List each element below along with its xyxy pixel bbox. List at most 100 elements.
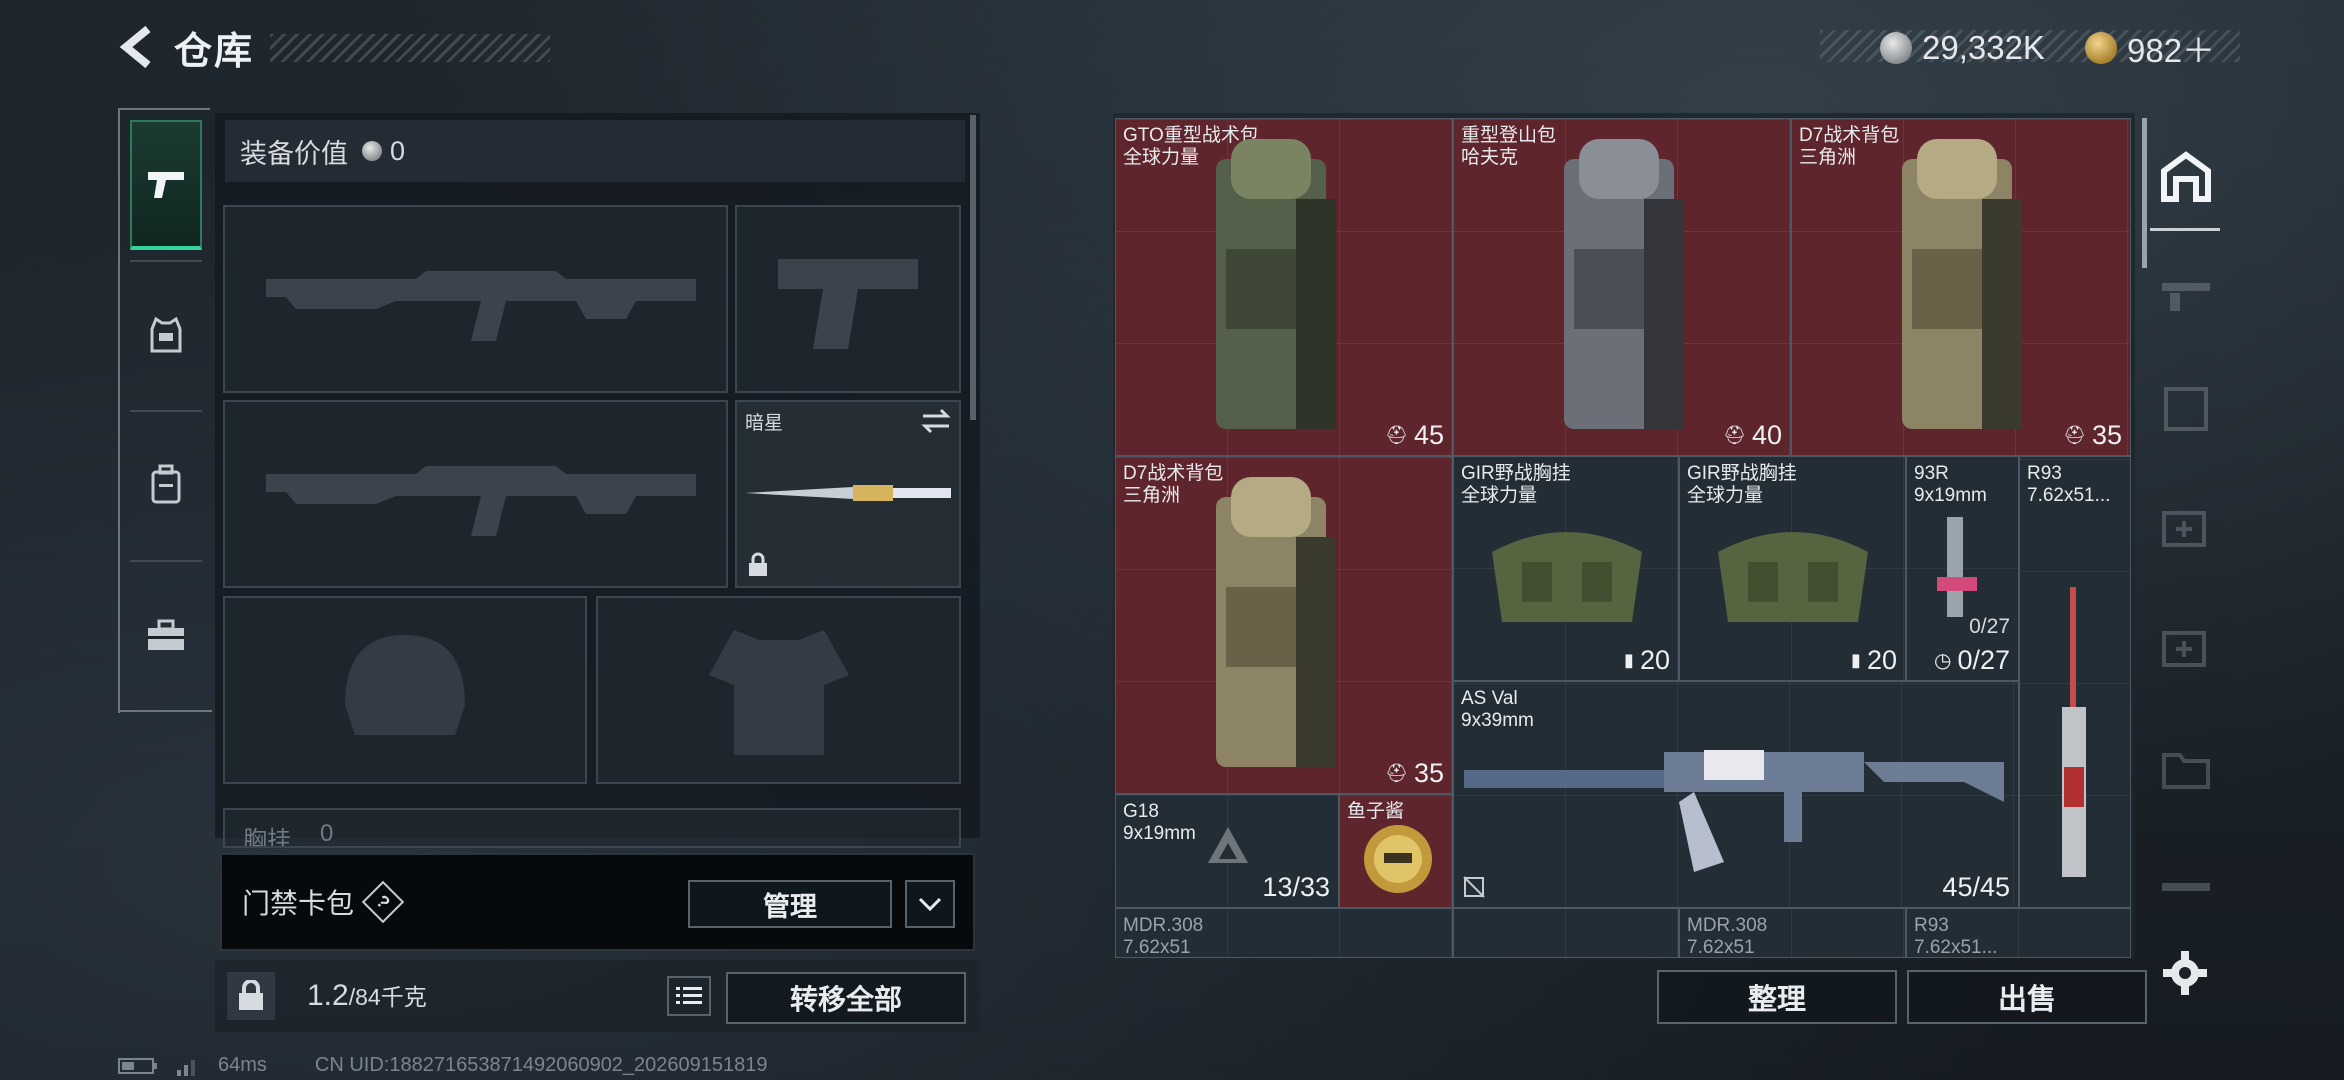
rifle-silhouette-icon	[265, 271, 696, 341]
armor-vest-icon	[150, 316, 182, 353]
vest-silhouette-icon	[708, 630, 849, 755]
stash-item[interactable]: GTO重型战术包 全球力量 ⛑ 45	[1115, 118, 1453, 456]
chevron-down-icon	[918, 897, 942, 911]
item-name: MDR.308 7.62x51	[1687, 915, 1768, 958]
stash-item[interactable]: R93 7.62x51...	[2019, 456, 2131, 908]
item-name: 重型登山包 哈夫克	[1461, 125, 1557, 168]
stash-item[interactable]: D7战术背包 三角洲 ⛑ 35	[1115, 456, 1453, 794]
nav-armor[interactable]	[130, 270, 202, 400]
armor-slot[interactable]	[596, 596, 961, 784]
item-durability: 45/45	[1942, 872, 2010, 902]
rack-icon	[2162, 883, 2210, 891]
melee-slot[interactable]: 暗星	[735, 400, 961, 588]
nav-divider	[130, 410, 202, 412]
list-icon	[676, 987, 702, 1004]
stash-item[interactable]: 重型登山包 哈夫克 ⛑ 40	[1453, 118, 1791, 456]
item-name: MDR.308 7.62x51	[1123, 915, 1204, 958]
expand-button[interactable]	[905, 880, 955, 928]
list-view-button[interactable]	[667, 976, 711, 1016]
helmet-slot[interactable]	[223, 596, 587, 784]
swap-icon[interactable]	[921, 408, 951, 434]
stash-item[interactable]: D7战术背包 三角洲 ⛑ 35	[1791, 118, 2131, 456]
stash-item[interactable]: AS Val 9x39mm 45/45	[1453, 681, 2019, 908]
silver-coin-icon	[362, 141, 382, 161]
signal-icon	[177, 1059, 195, 1076]
toolbox-icon	[148, 619, 184, 650]
sniper-rifle-item-icon	[2062, 587, 2086, 877]
silver-currency[interactable]: 29,332K	[1880, 24, 2045, 72]
stash-item[interactable]: R93 7.62x51...	[1906, 908, 2131, 958]
pistol-silhouette-icon	[778, 259, 918, 349]
secondary-weapon-slot[interactable]	[223, 400, 728, 588]
silver-coin-icon	[1880, 32, 1912, 64]
item-name: R93 7.62x51...	[2027, 463, 2111, 506]
nav-divider	[130, 560, 202, 562]
stash-item[interactable]: 93R 9x19mm 0/27 ◷ 0/27	[1906, 456, 2019, 681]
weight-readout: 1.2 /84千克	[307, 978, 427, 1013]
stash-item[interactable]: GIR野战胸挂 全球力量 ▮ 20	[1453, 456, 1679, 681]
stash-item[interactable]: G18 9x19mm 13/33	[1115, 794, 1339, 908]
weight-max: /84千克	[348, 984, 427, 1010]
chest-rig-slot[interactable]: 胸挂 0	[223, 808, 961, 848]
item-capacity: ⛑ 40	[1723, 420, 1782, 450]
nav-toolkit[interactable]	[130, 570, 202, 700]
melee-name: 暗星	[745, 413, 784, 434]
stash-tab-main[interactable]	[2150, 113, 2220, 231]
backpack-item-icon	[1216, 139, 1336, 429]
nav-backpack[interactable]	[130, 420, 202, 550]
sidearm-slot[interactable]	[735, 205, 961, 393]
equipment-value: 装备价值 0	[225, 120, 965, 182]
nav-weapons[interactable]	[130, 120, 202, 250]
stash-item[interactable]: GIR野战胸挂 全球力量 ▮ 20	[1679, 456, 1906, 681]
stash-tab-nav	[2150, 113, 2220, 933]
item-name: R93 7.62x51...	[1914, 915, 1998, 958]
stash-tab-6[interactable]	[2160, 743, 2212, 803]
item-name: 93R 9x19mm	[1914, 463, 1987, 506]
keycard-bag-label: 门禁卡包	[242, 888, 355, 919]
stash-item[interactable]: 鱼子酱	[1339, 794, 1453, 908]
nav-divider	[120, 710, 212, 712]
sell-button[interactable]: 出售	[1907, 970, 2147, 1024]
stash-tab-2[interactable]	[2160, 263, 2212, 323]
item-name: G18 9x19mm	[1123, 801, 1196, 844]
settings-button[interactable]	[2162, 950, 2212, 1000]
stash-item[interactable]: MDR.308 7.62x51	[1679, 908, 1906, 958]
pistol-icon	[148, 172, 184, 198]
chest-rig-value: 0	[320, 820, 334, 847]
pistol-item-icon	[1937, 517, 1977, 617]
transfer-all-button[interactable]: 转移全部	[726, 972, 966, 1024]
backpack-item-icon	[1564, 139, 1684, 429]
stash-tab-4[interactable]	[2160, 503, 2212, 563]
triangle-logo-icon	[1208, 827, 1248, 863]
knife-icon	[745, 485, 951, 501]
padlock-icon	[239, 980, 263, 1010]
medkit-icon	[2162, 511, 2206, 547]
manage-button[interactable]: 管理	[688, 880, 892, 928]
item-name: GIR野战胸挂 全球力量	[1687, 463, 1797, 506]
stash-tab-3[interactable]	[2160, 383, 2212, 443]
gold-currency[interactable]: 982＋	[2085, 24, 2215, 72]
gold-coin-icon	[2085, 32, 2117, 64]
back-arrow-icon[interactable]	[118, 23, 158, 71]
item-capacity: ⛑ 35	[2063, 420, 2122, 450]
help-icon[interactable]: ?	[361, 880, 405, 924]
sort-button[interactable]: 整理	[1657, 970, 1897, 1024]
chest-rig-item-icon	[1718, 532, 1868, 622]
stash-tab-5[interactable]	[2160, 623, 2212, 683]
stash-item-empty[interactable]	[1453, 908, 1679, 958]
chest-rig-label: 胸挂	[243, 827, 291, 848]
primary-weapon-slot[interactable]	[223, 205, 728, 393]
loadout-scrollbar[interactable]	[970, 115, 976, 420]
stash-tab-7[interactable]	[2160, 863, 2212, 923]
stash-scrollbar[interactable]	[2142, 118, 2147, 268]
medkit-icon	[2162, 631, 2206, 667]
item-durability: 13/33	[1262, 872, 1330, 902]
item-ammo: 0/27	[1969, 615, 2010, 638]
battery-icon	[118, 1057, 157, 1074]
weight-lock-button[interactable]	[227, 972, 275, 1020]
gear-icon	[2163, 951, 2207, 995]
item-capacity: ▮ 20	[1624, 645, 1670, 675]
chest-rig-item-icon	[1492, 532, 1642, 622]
item-durability: ◷ 0/27	[1933, 645, 2010, 675]
stash-item[interactable]: MDR.308 7.62x51	[1115, 908, 1453, 958]
